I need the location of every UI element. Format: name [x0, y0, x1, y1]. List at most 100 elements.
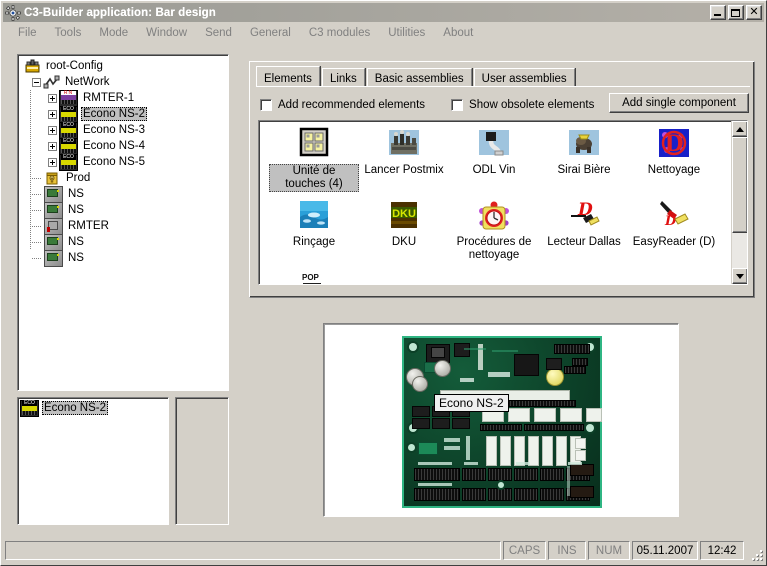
tab-strip: Elements Links Basic assemblies User ass… — [256, 66, 577, 87]
tree-node-ns-3[interactable]: NS — [22, 233, 228, 251]
menu-item-about[interactable]: About — [434, 25, 482, 41]
beer-valve-icon — [567, 127, 601, 161]
scroll-down-button[interactable] — [732, 268, 747, 284]
element-item-dku[interactable]: DKU DKU — [359, 199, 449, 267]
tree-node-rmter[interactable]: RMTER — [22, 217, 228, 235]
element-item-postmix[interactable]: Lancer Postmix — [359, 127, 449, 195]
element-item-lecteur-dallas[interactable]: D Lecteur Dallas — [539, 199, 629, 267]
status-num: NUM — [588, 541, 630, 560]
element-item-pop[interactable]: POP POP — [269, 271, 359, 284]
element-item-rincage[interactable]: Rinçage — [269, 199, 359, 267]
tree-expander-plus-econo-ns-3[interactable] — [48, 125, 57, 135]
element-icon-pane[interactable]: Unité de touches (4) Lancer Postmix ODL … — [258, 120, 748, 285]
configuration-tree: root-Config NetWork RN RMTER-1 ECO Econo… — [18, 55, 228, 267]
tree-expander-plus-econo-ns-4[interactable] — [48, 141, 57, 151]
tree-node-label: RMTER — [68, 220, 109, 232]
element-list-scrollbar[interactable] — [731, 121, 747, 284]
econo-ns-2-board-photo: Econo NS-2 — [402, 336, 602, 508]
element-item-easyreader[interactable]: D EasyReader (D) — [629, 199, 719, 267]
rmter-module-icon: RN — [59, 89, 78, 107]
device-ns-icon — [44, 249, 63, 267]
keypad-unit-icon — [297, 127, 331, 161]
tree-node-econo-ns-4[interactable]: ECO Econo NS-4 — [22, 137, 228, 155]
close-button[interactable]: ✕ — [746, 5, 762, 20]
status-time: 12:42 — [700, 541, 744, 560]
tree-expander-plus-econo-ns-2[interactable] — [48, 109, 57, 119]
menu-item-file[interactable]: File — [9, 25, 46, 41]
element-item-sirai-biere[interactable]: Sirai Bière — [539, 127, 629, 195]
element-item-nettoyage[interactable]: D Nettoyage — [629, 127, 719, 195]
list-item[interactable]: ECO Econo NS-2 — [20, 399, 168, 417]
selected-module-label: Econo NS-2 — [42, 401, 109, 415]
element-item-label: ODL Vin — [472, 164, 516, 176]
menu-item-general[interactable]: General — [241, 25, 300, 41]
network-icon — [43, 75, 60, 90]
tree-node-label: Prod — [66, 172, 91, 184]
menu-item-mode[interactable]: Mode — [90, 25, 137, 41]
element-item-label: Lancer Postmix — [364, 164, 444, 176]
status-ins: INS — [548, 541, 586, 560]
tree-node-ns-2[interactable]: NS — [22, 201, 228, 219]
menu-item-c3-modules[interactable]: C3 modules — [300, 25, 379, 41]
tree-node-ns-4[interactable]: NS — [22, 249, 228, 267]
element-item-keypad-unit[interactable]: Unité de touches (4) — [269, 127, 359, 195]
tree-node-rmter-1[interactable]: RN RMTER-1 — [22, 89, 228, 107]
app-gear-icon — [5, 4, 21, 21]
selected-module-list[interactable]: ECO Econo NS-2 — [17, 397, 169, 525]
tab-basic-assemblies[interactable]: Basic assemblies — [366, 68, 472, 87]
econo-module-icon: ECO — [59, 105, 78, 123]
svg-text:D: D — [664, 214, 677, 229]
tree-node-network[interactable]: NetWork — [22, 74, 228, 90]
element-item-odl-vin[interactable]: ODL Vin — [449, 127, 539, 195]
minimize-button[interactable] — [710, 5, 726, 20]
postmix-dispenser-icon — [387, 127, 421, 161]
tree-node-econo-ns-5[interactable]: ECO Econo NS-5 — [22, 153, 228, 171]
tab-label: Basic assemblies — [374, 73, 464, 85]
selected-module-panel: ECO Econo NS-2 — [17, 397, 229, 525]
device-ns-icon — [44, 185, 63, 203]
tab-elements[interactable]: Elements — [256, 66, 320, 87]
tree-node-prod[interactable]: Prod — [22, 170, 228, 186]
checkbox-show-obsolete-elements[interactable] — [451, 99, 464, 111]
scroll-down-arrow-icon — [736, 273, 744, 279]
cleaning-icon: D — [657, 127, 691, 161]
tree-node-econo-ns-3[interactable]: ECO Econo NS-3 — [22, 121, 228, 139]
menu-item-utilities[interactable]: Utilities — [379, 25, 434, 41]
menu-item-window[interactable]: Window — [137, 25, 196, 41]
tree-node-label: NS — [68, 188, 84, 200]
tab-links[interactable]: Links — [321, 68, 365, 87]
element-picker-group: Elements Links Basic assemblies User ass… — [249, 61, 755, 298]
title-bar: C3-Builder application: Bar design ✕ — [3, 3, 764, 22]
tree-node-label: root-Config — [46, 60, 103, 72]
svg-text:POP: POP — [302, 273, 320, 282]
properties-side-panel[interactable] — [175, 397, 229, 525]
element-item-procedures-nettoyage[interactable]: Procédures de nettoyage — [449, 199, 539, 267]
tree-node-label: NS — [68, 236, 84, 248]
tree-node-ns-1[interactable]: NS — [22, 185, 228, 203]
status-caps: CAPS — [503, 541, 546, 560]
element-item-label: Lecteur Dallas — [547, 236, 621, 248]
tab-user-assemblies[interactable]: User assemblies — [473, 68, 575, 87]
tree-node-root-config[interactable]: root-Config — [22, 58, 228, 74]
tree-expander-plus-rmter-1[interactable] — [48, 93, 57, 103]
econo-module-icon: ECO — [59, 153, 78, 171]
dallas-reader-icon: D — [567, 199, 601, 233]
menu-item-send[interactable]: Send — [196, 25, 241, 41]
tree-expander-minus-network[interactable] — [32, 77, 41, 87]
tree-node-econo-ns-2[interactable]: ECO Econo NS-2 — [22, 105, 228, 123]
tree-expander-plus-econo-ns-5[interactable] — [48, 157, 57, 167]
configuration-tree-panel[interactable]: root-Config NetWork RN RMTER-1 ECO Econo… — [17, 54, 229, 391]
checkbox-add-recommended-elements[interactable] — [260, 99, 272, 111]
maximize-button[interactable] — [728, 5, 744, 20]
tab-label: Elements — [264, 72, 312, 85]
scrollbar-thumb[interactable] — [732, 137, 747, 233]
scroll-up-button[interactable] — [732, 121, 747, 137]
scroll-up-arrow-icon — [736, 126, 744, 132]
tree-node-label: NetWork — [65, 76, 110, 88]
add-single-component-button[interactable]: Add single component — [609, 93, 749, 113]
menu-item-tools[interactable]: Tools — [46, 25, 91, 41]
status-message — [5, 541, 501, 560]
resize-grip-icon[interactable] — [748, 546, 762, 560]
status-date: 05.11.2007 — [632, 541, 698, 560]
econo-module-icon: ECO — [59, 121, 78, 139]
